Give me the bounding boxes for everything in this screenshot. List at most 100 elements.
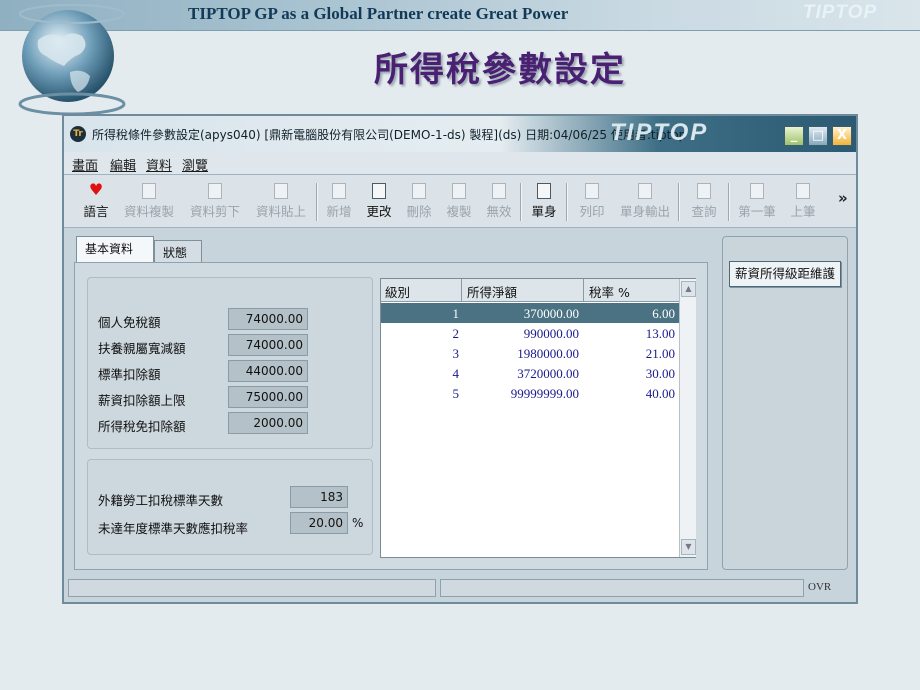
personal-exemption-field[interactable]: 74000.00	[228, 308, 308, 330]
standard-deduction-field[interactable]: 44000.00	[228, 360, 308, 382]
tool-detail[interactable]: 單身	[526, 181, 562, 223]
tool-first-record[interactable]: 第一筆	[734, 181, 780, 223]
field-label: 所得稅免扣除額	[98, 419, 186, 434]
query-icon	[697, 183, 711, 199]
toolbar-separator	[728, 183, 730, 221]
edit-icon	[372, 183, 386, 199]
tax-bracket-grid: 級別 所得淨額 稅率 % 1 370000.00 6.00 2 990000.0…	[380, 278, 696, 558]
tool-label: 無效	[486, 204, 512, 219]
toolbar-separator	[520, 183, 522, 221]
tab-basic-data[interactable]: 基本資料	[76, 236, 154, 264]
column-separator	[461, 279, 462, 301]
tool-cut-data[interactable]: 資料剪下	[186, 181, 244, 223]
copy-icon	[142, 183, 156, 199]
withholding-rate-field[interactable]: 20.00	[290, 512, 348, 534]
table-row[interactable]: 5 99999999.00 40.00	[381, 383, 679, 403]
tool-label: 語言	[83, 204, 109, 219]
cell-rate: 21.00	[645, 346, 675, 361]
tool-copy-data[interactable]: 資料複製	[120, 181, 178, 223]
menu-data[interactable]: 資料	[146, 155, 172, 174]
cell-rate: 40.00	[645, 386, 675, 401]
salary-deduction-cap-field[interactable]: 75000.00	[228, 386, 308, 408]
grid-scrollbar[interactable]: ▲ ▼	[679, 279, 696, 557]
standard-days-field[interactable]: 183	[290, 486, 348, 508]
table-row[interactable]: 3 1980000.00 21.00	[381, 343, 679, 363]
grid-header-level[interactable]: 級別	[385, 282, 410, 301]
toolbar-separator	[316, 183, 318, 221]
tax-exempt-deduction-field[interactable]: 2000.00	[228, 412, 308, 434]
cell-income: 990000.00	[523, 326, 579, 341]
export-icon	[638, 183, 652, 199]
tool-label: 複製	[446, 204, 472, 219]
cell-level: 2	[452, 326, 460, 341]
dependent-deduction-field[interactable]: 74000.00	[228, 334, 308, 356]
tab-status[interactable]: 狀態	[154, 240, 202, 264]
menu-edit[interactable]: 編輯	[110, 155, 136, 174]
cell-rate: 6.00	[652, 306, 675, 321]
menu-screen[interactable]: 畫面	[72, 155, 98, 174]
paste-icon	[274, 183, 288, 199]
cell-level: 1	[452, 306, 460, 321]
new-doc-icon	[332, 183, 346, 199]
field-label: 個人免稅額	[98, 315, 161, 330]
tool-language[interactable]: ♥ 語言	[76, 181, 116, 223]
window-titlebar[interactable]: Tr 所得稅條件參數設定(apys040) [鼎新電腦股份有限公司(DEMO-1…	[64, 116, 856, 152]
percent-unit: %	[352, 516, 364, 530]
field-label: 未達年度標準天數應扣稅率	[98, 521, 249, 536]
duplicate-icon	[452, 183, 466, 199]
table-row[interactable]: 4 3720000.00 30.00	[381, 363, 679, 383]
trash-icon	[412, 183, 426, 199]
status-panel-message	[68, 579, 436, 597]
toolbar: ♥ 語言 資料複製 資料剪下 資料貼上 新增 更改 刪除 複製 無效 單身 列印…	[64, 175, 856, 228]
cell-level: 5	[452, 386, 460, 401]
toolbar-more-button[interactable]: »	[838, 189, 848, 207]
banner-title: TIPTOP GP as a Global Partner create Gre…	[188, 4, 569, 23]
cell-income: 370000.00	[523, 306, 579, 321]
tool-print[interactable]: 列印	[572, 181, 612, 223]
app-icon: Tr	[70, 126, 86, 142]
table-row[interactable]: 2 990000.00 13.00	[381, 323, 679, 343]
window-title: 所得稅條件參數設定(apys040) [鼎新電腦股份有限公司(DEMO-1-ds…	[92, 128, 687, 142]
status-bar: OVR	[64, 576, 856, 602]
detail-icon	[537, 183, 551, 199]
field-label: 薪資扣除額上限	[98, 393, 186, 408]
minimize-button[interactable]: _	[784, 126, 804, 146]
tool-detail-export[interactable]: 單身輸出	[616, 181, 674, 223]
foreign-worker-group: 外籍勞工扣稅標準天數 183 未達年度標準天數應扣稅率 20.00 %	[87, 459, 373, 555]
toolbar-separator	[566, 183, 568, 221]
tool-label: 刪除	[406, 204, 432, 219]
salary-bracket-maintain-button[interactable]: 薪資所得級距維護	[729, 261, 841, 287]
app-window: Tr 所得稅條件參數設定(apys040) [鼎新電腦股份有限公司(DEMO-1…	[62, 114, 858, 604]
overwrite-mode-indicator: OVR	[808, 581, 832, 593]
tool-invalid[interactable]: 無效	[482, 181, 516, 223]
scroll-down-icon[interactable]: ▼	[681, 539, 696, 555]
toolbar-separator	[678, 183, 680, 221]
tool-query[interactable]: 查詢	[684, 181, 724, 223]
tool-label: 資料複製	[123, 204, 174, 219]
tool-prev-record[interactable]: 上筆	[786, 181, 820, 223]
tool-paste-data[interactable]: 資料貼上	[252, 181, 310, 223]
heart-icon: ♥	[88, 180, 104, 199]
close-button[interactable]: X	[832, 126, 852, 146]
table-row[interactable]: 1 370000.00 6.00	[381, 303, 679, 323]
tool-duplicate[interactable]: 複製	[442, 181, 476, 223]
first-record-icon	[750, 183, 764, 199]
tool-label: 資料剪下	[189, 204, 240, 219]
deduction-group: 個人免稅額 74000.00 扶養親屬寬減額 74000.00 標準扣除額 44…	[87, 277, 373, 449]
menu-browse[interactable]: 瀏覽	[182, 155, 208, 174]
field-label: 標準扣除額	[98, 367, 161, 382]
window-brand-logo: TIPTOP	[610, 119, 709, 146]
tool-modify[interactable]: 更改	[362, 181, 396, 223]
tool-label: 更改	[366, 204, 392, 219]
grid-header-income[interactable]: 所得淨額	[467, 282, 517, 301]
tool-delete[interactable]: 刪除	[402, 181, 436, 223]
cell-income: 3720000.00	[517, 366, 579, 381]
grid-header-rate[interactable]: 稅率 %	[589, 282, 630, 301]
tool-new[interactable]: 新增	[322, 181, 356, 223]
cut-icon	[208, 183, 222, 199]
invalid-icon	[492, 183, 506, 199]
scroll-up-icon[interactable]: ▲	[681, 281, 696, 297]
status-panel-info	[440, 579, 804, 597]
tool-label: 新增	[326, 204, 352, 219]
maximize-button[interactable]: □	[808, 126, 828, 146]
